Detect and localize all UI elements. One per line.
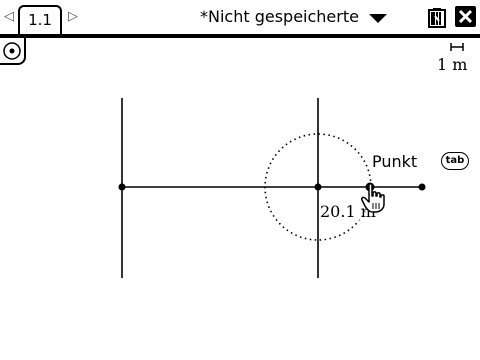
geometry-canvas[interactable]: [0, 38, 480, 360]
point-center[interactable]: [314, 183, 322, 191]
next-page-arrow[interactable]: ▷: [68, 9, 78, 25]
chevron-down-icon[interactable]: [369, 14, 387, 23]
document-title[interactable]: *Nicht gespeicherte: [200, 7, 359, 27]
battery-icon: [428, 8, 446, 28]
close-icon: [458, 9, 473, 24]
previous-page-arrow[interactable]: ◁: [4, 9, 14, 25]
hand-cursor-icon: [361, 183, 385, 213]
point-hint-label: Punkt: [372, 152, 418, 171]
tab-key-hint: tab: [441, 152, 469, 170]
point-left[interactable]: [118, 183, 126, 191]
point-right[interactable]: [418, 183, 426, 191]
close-button[interactable]: [455, 6, 476, 27]
top-bar: ◁ 1.1 ▷ *Nicht gespeicherte: [0, 0, 480, 38]
